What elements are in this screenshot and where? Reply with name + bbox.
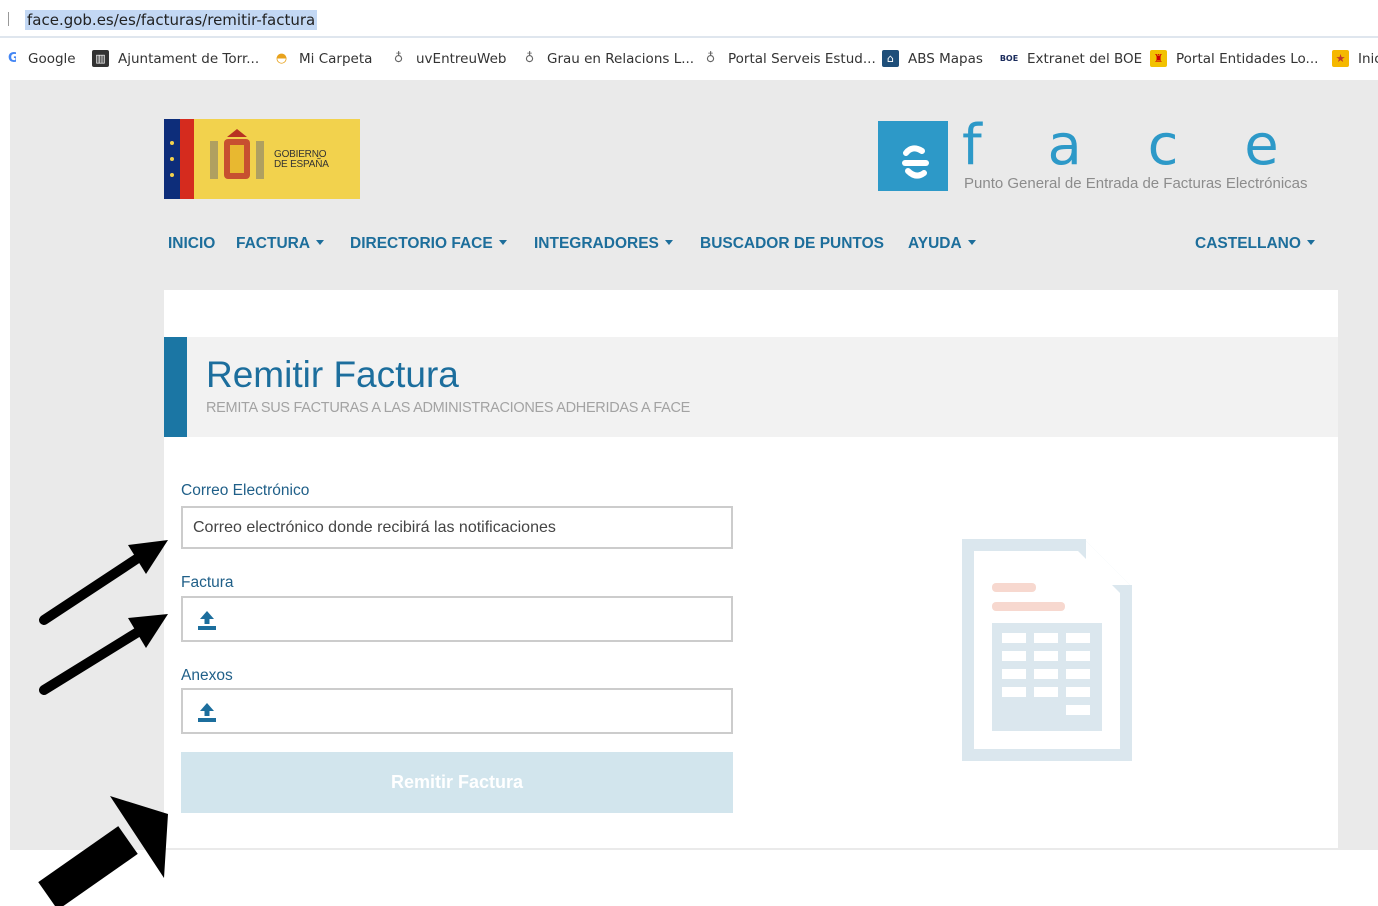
address-bar-divider <box>8 12 9 26</box>
caret-down-icon <box>967 240 976 245</box>
bookmark-label: Mi Carpeta <box>299 50 373 67</box>
bookmark-ajuntament[interactable]: ▥ Ajuntament de Torr... <box>92 50 259 67</box>
invoice-document-icon <box>962 539 1132 761</box>
caret-down-icon <box>1306 240 1315 245</box>
boe-icon: BOE <box>999 54 1019 63</box>
bookmark-label: Google <box>28 50 76 67</box>
page-title: Remitir Factura <box>206 354 459 395</box>
title-band: Remitir Factura REMITA SUS FACTURAS A LA… <box>164 337 1338 437</box>
folder-icon: ◓ <box>275 51 288 66</box>
email-input[interactable] <box>183 508 731 547</box>
email-label: Correo Electrónico <box>181 482 310 499</box>
nav-ayuda[interactable]: AYUDA <box>908 235 976 253</box>
nav-integradores[interactable]: INTEGRADORES <box>534 235 673 253</box>
bookmark-label: Portal Serveis Estud... <box>728 50 876 67</box>
nav-inicio[interactable]: INICIO <box>168 235 215 253</box>
google-icon: G <box>8 51 16 66</box>
anexos-upload-field[interactable] <box>181 688 733 734</box>
bookmark-label: Extranet del BOE <box>1027 50 1143 67</box>
bookmark-portal-entidades[interactable]: ♜ Portal Entidades Lo... <box>1150 50 1318 67</box>
bookmark-label: ABS Mapas <box>908 50 983 67</box>
bookmark-extranet-boe[interactable]: BOE Extranet del BOE <box>999 50 1142 67</box>
factura-upload-field[interactable] <box>181 596 733 642</box>
anexos-label: Anexos <box>181 667 233 684</box>
bookmark-abs-mapas[interactable]: ⌂ ABS Mapas <box>882 50 983 67</box>
url-text[interactable]: face.gob.es/es/facturas/remitir-factura <box>25 10 318 30</box>
building-icon: ▥ <box>92 50 109 67</box>
gobierno-espana-logo[interactable]: GOBIERNO DE ESPAÑA <box>164 119 360 199</box>
face-e-icon <box>902 145 929 179</box>
nav-buscador-puntos[interactable]: BUSCADOR DE PUNTOS <box>700 235 884 253</box>
remitir-factura-card: Remitir Factura REMITA SUS FACTURAS A LA… <box>164 290 1338 848</box>
bookmark-google[interactable]: G Google <box>8 50 76 67</box>
gobierno-text: GOBIERNO DE ESPAÑA <box>274 149 329 170</box>
bookmark-label: Ajuntament de Torr... <box>118 50 260 67</box>
caret-down-icon <box>498 240 507 245</box>
bookmark-uventreuweb[interactable]: ♁ uvEntreuWeb <box>390 50 507 67</box>
bookmark-label: Grau en Relacions L... <box>547 50 695 67</box>
bookmark-portal-serveis[interactable]: ♁ Portal Serveis Estud... <box>702 50 876 67</box>
page-subtitle: REMITA SUS FACTURAS A LAS ADMINISTRACION… <box>206 400 691 416</box>
uv-icon: ♁ <box>705 51 716 66</box>
upload-icon[interactable] <box>195 608 219 632</box>
caret-down-icon <box>316 240 325 245</box>
title-accent-bar <box>164 337 187 437</box>
coat-of-arms-icon <box>170 129 264 179</box>
bookmark-label: Portal Entidades Lo... <box>1176 50 1319 67</box>
uv-icon: ♁ <box>393 51 404 66</box>
bookmark-grau-relacions[interactable]: ♁ Grau en Relacions L... <box>521 50 694 67</box>
face-letters: f a c e <box>962 113 1303 178</box>
nav-factura[interactable]: FACTURA <box>236 235 325 253</box>
email-field-wrapper <box>181 506 733 549</box>
bookmark-inic[interactable]: ★ Inic <box>1332 50 1378 67</box>
remitir-factura-button[interactable]: Remitir Factura <box>181 752 733 813</box>
page: GOBIERNO DE ESPAÑA f a c e Punto General … <box>10 80 1378 850</box>
uv-icon: ♁ <box>524 51 535 66</box>
bookmark-mi-carpeta[interactable]: ◓ Mi Carpeta <box>273 50 373 67</box>
map-icon: ⌂ <box>882 50 899 67</box>
nav-directorio-face[interactable]: DIRECTORIO FACE <box>350 235 507 253</box>
bookmark-label: uvEntreuWeb <box>416 50 507 67</box>
address-bar[interactable]: face.gob.es/es/facturas/remitir-factura <box>0 0 1378 38</box>
face-logo[interactable]: f a c e Punto General de Entrada de Fact… <box>878 113 1348 193</box>
nav-language-selector[interactable]: CASTELLANO <box>1195 235 1315 253</box>
face-tagline: Punto General de Entrada de Facturas Ele… <box>964 175 1308 192</box>
star-icon: ★ <box>1332 50 1349 67</box>
caret-down-icon <box>664 240 673 245</box>
face-logo-mark <box>878 121 948 191</box>
shield-icon: ♜ <box>1150 50 1167 67</box>
factura-label: Factura <box>181 574 234 591</box>
bookmark-label: Inic <box>1358 50 1378 67</box>
bookmarks-bar: G Google ▥ Ajuntament de Torr... ◓ Mi Ca… <box>0 40 1378 78</box>
upload-icon[interactable] <box>195 700 219 724</box>
